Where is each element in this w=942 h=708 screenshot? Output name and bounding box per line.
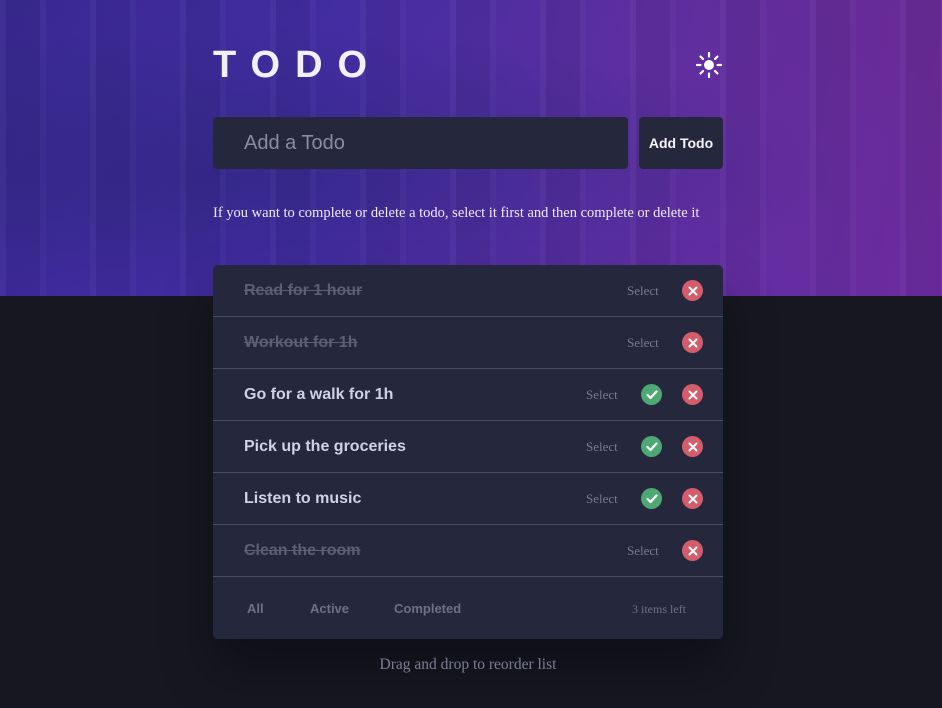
close-icon xyxy=(688,546,697,555)
todo-item[interactable]: Go for a walk for 1h Select xyxy=(213,369,723,421)
delete-button[interactable] xyxy=(682,384,703,405)
items-left-count: 3 items left xyxy=(632,602,686,616)
sun-icon xyxy=(695,51,723,79)
close-icon xyxy=(688,286,697,295)
complete-button[interactable] xyxy=(641,384,662,405)
select-button[interactable]: Select xyxy=(586,421,618,472)
app-title: TODO xyxy=(213,44,383,86)
select-button[interactable]: Select xyxy=(627,525,659,576)
instruction-text: If you want to complete or delete a todo… xyxy=(213,205,700,221)
todo-item[interactable]: Listen to music Select xyxy=(213,473,723,525)
close-icon xyxy=(688,442,697,451)
filter-completed[interactable]: Completed xyxy=(394,577,461,639)
complete-button[interactable] xyxy=(641,436,662,457)
delete-button[interactable] xyxy=(682,332,703,353)
close-icon xyxy=(688,390,697,399)
list-footer: All Active Completed 3 items left xyxy=(213,577,723,639)
select-button[interactable]: Select xyxy=(627,317,659,368)
todo-text: Clean the room xyxy=(244,542,361,559)
select-button[interactable]: Select xyxy=(586,473,618,524)
todo-text: Workout for 1h xyxy=(244,334,358,351)
select-button[interactable]: Select xyxy=(586,369,618,420)
todo-item[interactable]: Clean the room Select xyxy=(213,525,723,577)
check-icon xyxy=(645,493,658,503)
close-icon xyxy=(688,494,697,503)
check-icon xyxy=(645,441,658,451)
todo-item[interactable]: Read for 1 hour Select xyxy=(213,265,723,317)
add-todo-button[interactable]: Add Todo xyxy=(639,117,723,169)
todo-item[interactable]: Workout for 1h Select xyxy=(213,317,723,369)
close-icon xyxy=(688,338,697,347)
delete-button[interactable] xyxy=(682,436,703,457)
filter-active[interactable]: Active xyxy=(310,577,349,639)
todo-text: Read for 1 hour xyxy=(244,282,363,299)
todo-text: Go for a walk for 1h xyxy=(244,386,394,403)
add-todo-row: Add Todo xyxy=(213,117,723,169)
todo-input[interactable] xyxy=(213,117,628,169)
select-button[interactable]: Select xyxy=(627,265,659,316)
todo-item[interactable]: Pick up the groceries Select xyxy=(213,421,723,473)
todo-items: Read for 1 hour Select Workout for 1h Selec… xyxy=(213,265,723,577)
todo-list: Read for 1 hour Select Workout for 1h Selec… xyxy=(213,265,723,639)
complete-button[interactable] xyxy=(641,488,662,509)
check-icon xyxy=(645,389,658,399)
todo-text: Listen to music xyxy=(244,490,362,507)
todo-text: Pick up the groceries xyxy=(244,438,406,455)
delete-button[interactable] xyxy=(682,488,703,509)
delete-button[interactable] xyxy=(682,280,703,301)
delete-button[interactable] xyxy=(682,540,703,561)
filter-all[interactable]: All xyxy=(247,577,264,639)
theme-toggle-button[interactable] xyxy=(695,51,723,79)
drag-drop-note: Drag and drop to reorder list xyxy=(379,656,557,673)
